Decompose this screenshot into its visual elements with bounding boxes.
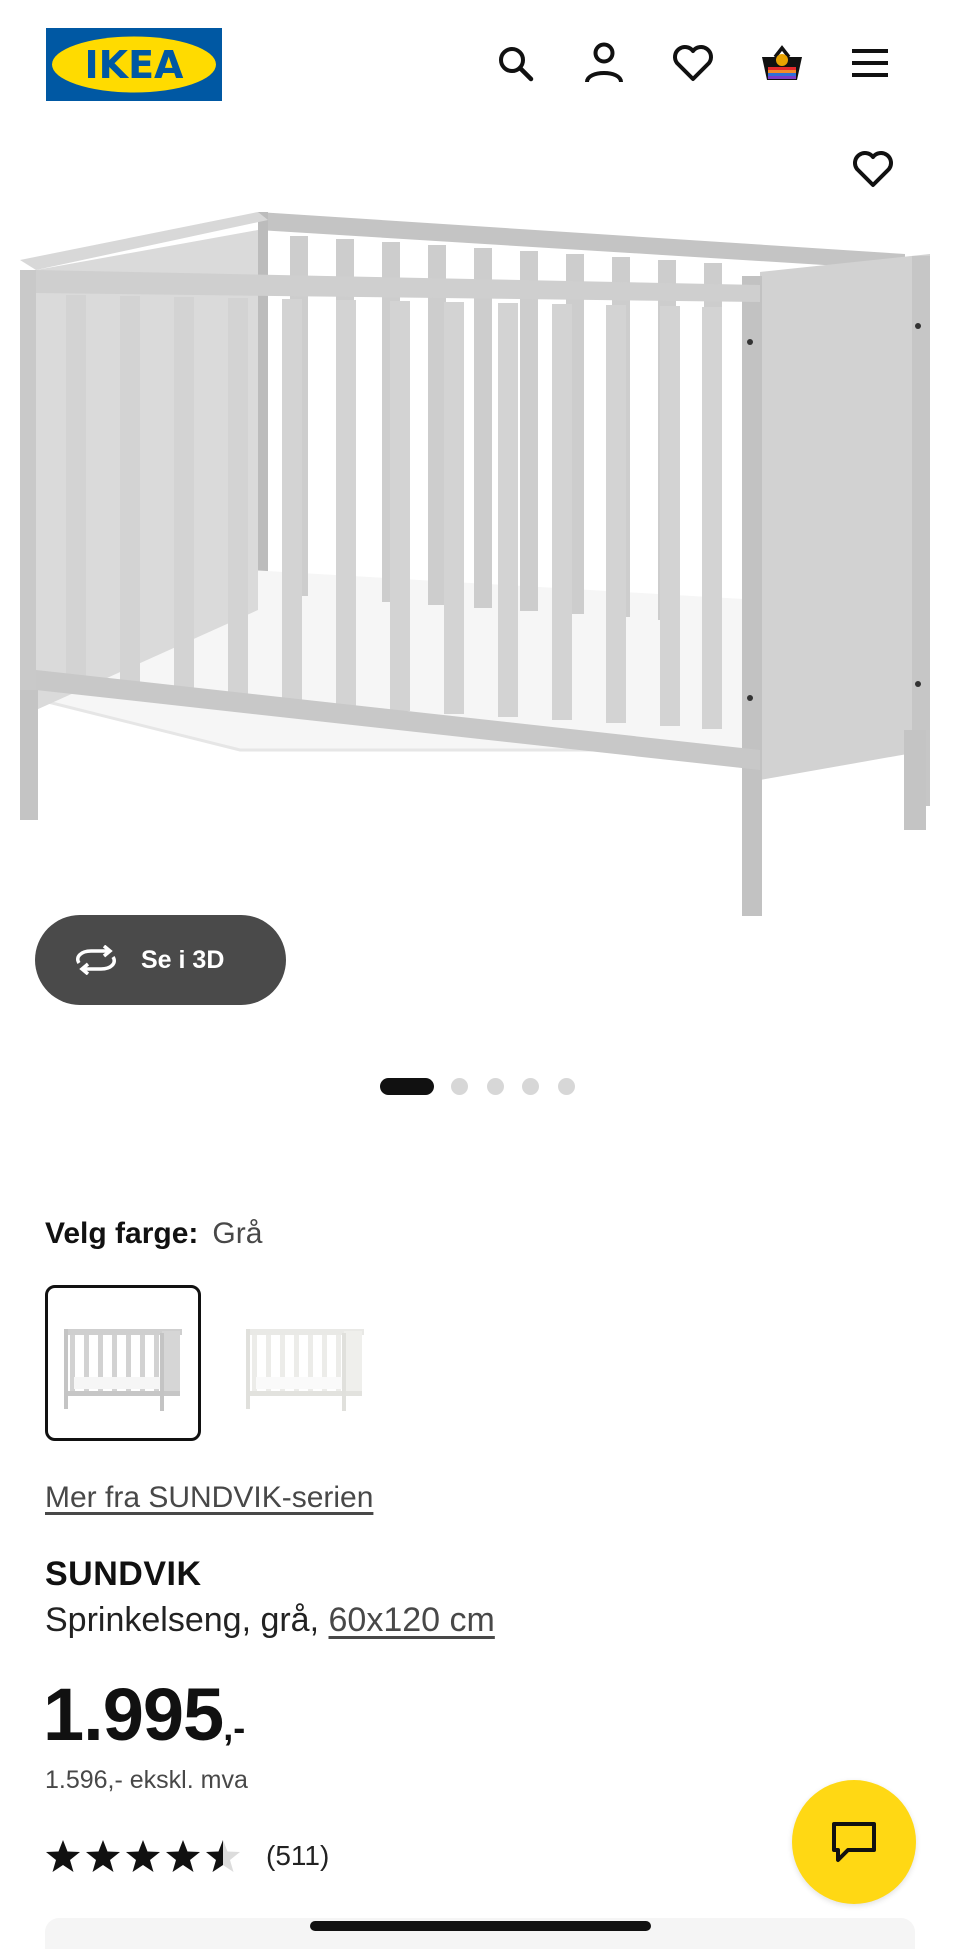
color-selected-value: Grå <box>212 1217 263 1250</box>
rotate-icon <box>76 945 116 975</box>
star-icon-full <box>126 1840 160 1872</box>
price: 1.995,- <box>43 1672 245 1757</box>
search-icon[interactable] <box>492 40 538 86</box>
header: IKEA <box>0 0 960 120</box>
gallery-dot-4[interactable] <box>522 1078 539 1095</box>
ikea-logo[interactable]: IKEA <box>46 28 222 101</box>
product-description-text: Sprinkelseng, grå, <box>45 1601 329 1639</box>
color-swatch-gray[interactable] <box>45 1285 201 1441</box>
home-indicator[interactable] <box>310 1921 651 1931</box>
view-3d-button[interactable]: Se i 3D <box>35 915 286 1005</box>
account-icon[interactable] <box>581 40 627 86</box>
review-count: (511) <box>266 1840 330 1871</box>
heart-icon <box>853 151 893 187</box>
price-excl-vat: 1.596,- ekskl. mva <box>45 1766 248 1794</box>
gallery-dot-5[interactable] <box>558 1078 575 1095</box>
add-to-favourites-button[interactable] <box>848 146 898 192</box>
basket-icon[interactable] <box>759 40 805 86</box>
gallery-pagination <box>0 1076 960 1096</box>
price-suffix: ,- <box>223 1707 246 1748</box>
gallery-dot-1[interactable] <box>380 1078 434 1095</box>
star-icon-half <box>206 1840 240 1872</box>
chat-button[interactable] <box>792 1780 916 1904</box>
heart-icon[interactable] <box>670 40 716 86</box>
rating-stars <box>45 1839 245 1873</box>
chat-icon <box>832 1822 876 1862</box>
product-image[interactable] <box>0 190 960 930</box>
product-description: Sprinkelseng, grå, 60x120 cm <box>45 1601 495 1640</box>
gallery-dot-2[interactable] <box>451 1078 468 1095</box>
star-icon-full <box>86 1840 120 1872</box>
view-3d-label: Se i 3D <box>141 945 225 974</box>
star-icon-full <box>46 1840 80 1872</box>
rating[interactable]: (511) <box>45 1836 329 1876</box>
star-icon-full <box>166 1840 200 1872</box>
menu-icon[interactable] <box>847 40 893 86</box>
price-integer: 1.995 <box>43 1673 224 1756</box>
crib-thumbnail-white <box>246 1329 364 1411</box>
gallery-dot-3[interactable] <box>487 1078 504 1095</box>
color-picker-label: Velg farge: Grå <box>45 1216 262 1252</box>
size-link[interactable]: 60x120 cm <box>329 1601 495 1639</box>
svg-text:IKEA: IKEA <box>85 43 185 87</box>
color-label-key: Velg farge: <box>45 1217 199 1250</box>
series-link[interactable]: Mer fra SUNDVIK-serien <box>45 1481 373 1515</box>
product-name: SUNDVIK <box>45 1555 202 1593</box>
color-swatch-white[interactable] <box>227 1285 383 1441</box>
crib-thumbnail-gray <box>64 1329 182 1411</box>
